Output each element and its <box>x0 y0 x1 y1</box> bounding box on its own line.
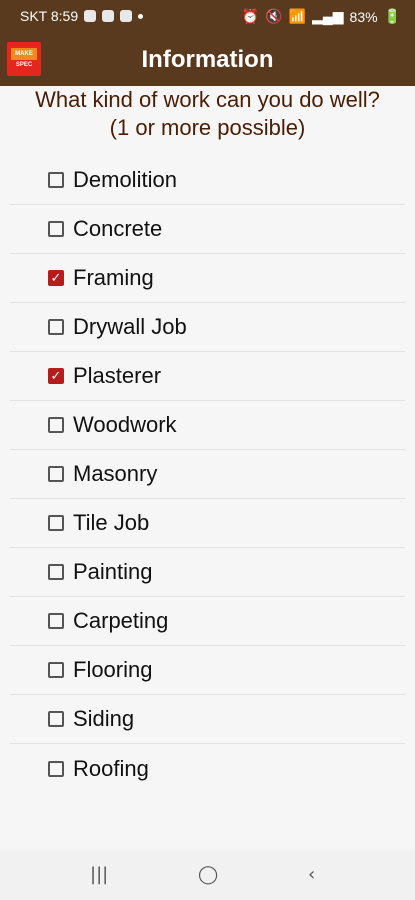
option-checkbox[interactable] <box>48 515 64 531</box>
option-checkbox[interactable] <box>48 711 64 727</box>
option-item[interactable]: Concrete <box>10 205 405 254</box>
option-label: Concrete <box>73 216 163 241</box>
option-label: Painting <box>73 559 153 584</box>
option-checkbox[interactable] <box>48 564 64 580</box>
option-label: Woodwork <box>73 412 177 437</box>
option-checkbox[interactable] <box>48 662 64 678</box>
notification-icon <box>84 10 97 22</box>
option-label: Tile Job <box>73 510 150 535</box>
option-item[interactable]: Tile Job <box>10 499 405 548</box>
option-item[interactable]: ✓ Plasterer <box>10 352 405 401</box>
option-label: Plasterer <box>73 363 162 388</box>
status-left: SKT 8:59 <box>20 8 144 24</box>
option-item[interactable]: ✓ Framing <box>10 254 405 303</box>
wifi-icon: 📶 <box>288 8 307 24</box>
battery-level: 83% <box>349 8 378 25</box>
option-label: Framing <box>73 265 154 290</box>
option-checkbox[interactable]: ✓ <box>48 270 64 286</box>
notification-icon <box>102 10 115 22</box>
more-dot-icon <box>138 13 144 19</box>
option-label: Siding <box>73 706 135 731</box>
checkmark-icon: ✓ <box>50 270 62 286</box>
option-checkbox[interactable] <box>48 466 64 482</box>
signal-icon: ▂▄▆ <box>312 8 344 24</box>
carrier-time: SKT 8:59 <box>20 8 79 24</box>
option-item[interactable]: Roofing <box>10 744 405 793</box>
option-checkbox[interactable] <box>48 417 64 433</box>
option-label: Roofing <box>73 755 149 781</box>
work-options-list: Demolition Concrete ✓ Framing Drywall Job ✓ Pl… <box>0 156 415 793</box>
option-checkbox[interactable] <box>48 319 64 335</box>
alarm-icon: ⏰ <box>241 8 260 24</box>
option-item[interactable]: Painting <box>10 548 405 597</box>
option-checkbox[interactable] <box>48 613 64 629</box>
option-label: Demolition <box>73 167 177 192</box>
option-item[interactable]: Drywall Job <box>10 303 405 352</box>
option-item[interactable]: Masonry <box>10 450 405 499</box>
question-line-1: What kind of work can you do well? <box>35 87 380 112</box>
option-label: Drywall Job <box>73 314 187 339</box>
option-label: Carpeting <box>73 608 169 633</box>
option-item[interactable]: Demolition <box>10 156 405 205</box>
option-label: Flooring <box>73 657 153 682</box>
system-navigation-bar: ||| ◯ ‹ <box>0 850 415 900</box>
home-icon[interactable]: ◯ <box>198 864 218 885</box>
option-checkbox[interactable] <box>48 172 64 188</box>
option-item[interactable]: Siding <box>10 695 405 744</box>
option-checkbox[interactable] <box>48 221 64 237</box>
option-item[interactable]: Woodwork <box>10 401 405 450</box>
battery-icon: 🔋 <box>383 8 401 24</box>
recents-icon[interactable]: ||| <box>90 864 108 885</box>
page-title: Information <box>141 46 274 73</box>
checkmark-icon: ✓ <box>50 368 62 384</box>
option-item[interactable]: Flooring <box>10 646 405 695</box>
back-icon[interactable]: ‹ <box>308 864 315 885</box>
option-checkbox[interactable]: ✓ <box>48 368 64 384</box>
mute-icon: 🔇 <box>265 8 283 24</box>
option-label: Masonry <box>73 461 158 486</box>
option-item[interactable]: Carpeting <box>10 597 405 646</box>
question-prompt: What kind of work can you do well? (1 or… <box>0 86 415 142</box>
status-bar: SKT 8:59 ⏰ 🔇 📶 ▂▄▆ 83% 🔋 <box>0 0 415 34</box>
status-right: ⏰ 🔇 📶 ▂▄▆ 83% 🔋 <box>242 8 401 25</box>
question-line-2: (1 or more possible) <box>109 115 306 140</box>
notification-icon <box>120 10 133 22</box>
option-checkbox[interactable] <box>48 760 64 777</box>
